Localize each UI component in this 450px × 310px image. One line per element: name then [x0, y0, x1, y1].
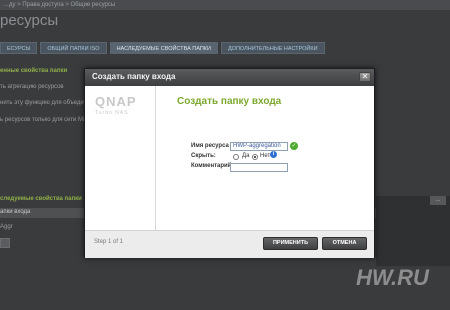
tab-advanced-settings[interactable]: ДОПОЛНИТЕЛЬНЫЕ НАСТРОЙКИ: [220, 42, 325, 54]
dialog-footer: Step 1 of 1 ПРИМЕНИТЬ ОТМЕНА: [85, 230, 374, 258]
comment-label: Комментарий:: [191, 163, 234, 169]
hide-no-radio[interactable]: [252, 154, 258, 160]
row-checkbox[interactable]: [0, 238, 10, 248]
tab-bar: ЕСУРСЫ ОБЩИЙ ПАПКИ ISO НАСЛЕДУЕМЫЕ СВОЙС…: [0, 42, 325, 54]
dialog-body: QNAP Turbo NAS Создать папку входа Имя р…: [85, 86, 374, 230]
qnap-logo-subtitle: Turbo NAS: [95, 110, 129, 116]
wizard-title: Создать папку входа: [177, 96, 282, 107]
hide-label: Скрыть:: [191, 153, 216, 159]
breadcrumb: …ду > Права доступа > Общие ресурсы: [0, 0, 450, 10]
section-title-properties: енные свойства папки: [0, 68, 68, 74]
step-indicator: Step 1 of 1: [94, 239, 124, 245]
tab-inherited-properties[interactable]: НАСЛЕДУЕМЫЕ СВОЙСТВА ПАПКИ: [109, 42, 218, 54]
create-entry-folder-dialog: Создать папку входа ✕ QNAP Turbo NAS Соз…: [84, 68, 375, 258]
watermark-logo: HW.RU: [356, 265, 429, 290]
hide-yes-radio[interactable]: [233, 154, 239, 160]
qnap-logo: QNAP: [95, 94, 137, 109]
close-button[interactable]: ✕: [359, 72, 371, 82]
right-panel: [376, 196, 450, 266]
tab-resources[interactable]: ЕСУРСЫ: [0, 42, 38, 54]
table-row: Aggr: [0, 224, 13, 230]
page-title: ресурсы: [0, 12, 59, 29]
table-header-label: апки входа: [0, 209, 31, 215]
setting-line-aggregation: ть агрегацию ресурсов: [0, 84, 64, 90]
hide-no-label: Нет: [260, 153, 271, 159]
hide-yes-label: Да: [242, 153, 250, 159]
cancel-button[interactable]: ОТМЕНА: [322, 237, 367, 250]
info-icon[interactable]: i: [270, 151, 277, 158]
apply-button[interactable]: ПРИМЕНИТЬ: [263, 237, 318, 250]
comment-input[interactable]: [230, 163, 288, 172]
resource-name-input[interactable]: HWP-aggregation: [230, 142, 288, 151]
close-icon: ✕: [361, 72, 369, 81]
setting-line-enable: нить эту функцию для объединен: [0, 100, 94, 106]
dialog-header: Создать папку входа ✕: [85, 69, 374, 86]
setting-line-network: ь ресурсов только для сети Mi: [0, 117, 85, 123]
dialog-title: Создать папку входа: [92, 72, 176, 81]
corner-button[interactable]: ...: [430, 196, 446, 205]
tab-iso-folders[interactable]: ОБЩИЙ ПАПКИ ISO: [40, 42, 107, 54]
check-icon: ✓: [290, 142, 298, 150]
resource-name-label: Имя ресурса: [191, 143, 229, 149]
wizard-sidebar: QNAP Turbo NAS: [85, 86, 156, 230]
section-title-inherited: следуемые свойства папки: [0, 196, 82, 202]
